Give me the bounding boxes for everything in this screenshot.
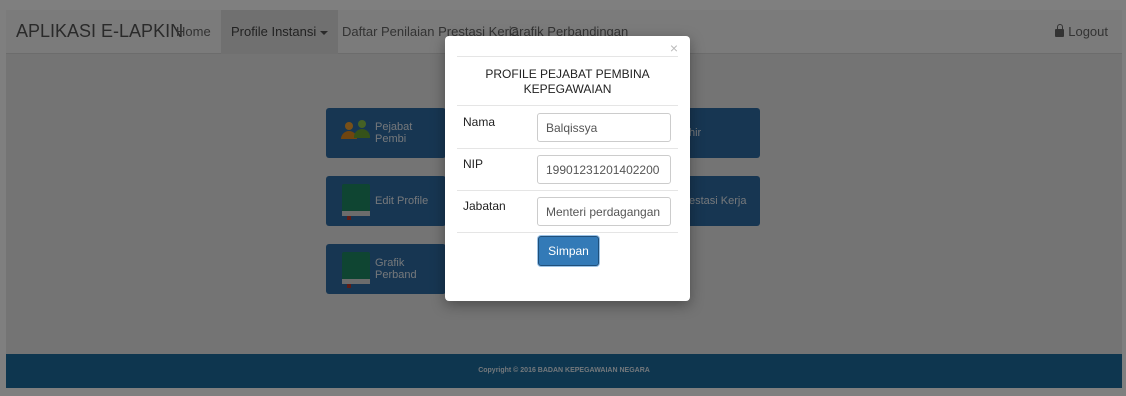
form-row-jabatan: Jabatan [457, 191, 678, 233]
jabatan-input[interactable] [537, 197, 671, 226]
nama-input[interactable] [537, 113, 671, 142]
save-button[interactable]: Simpan [538, 236, 599, 266]
nama-label: Nama [463, 115, 496, 129]
nip-input[interactable] [537, 155, 671, 184]
form-row-nama: Nama [457, 107, 678, 149]
close-icon[interactable]: × [670, 41, 678, 55]
form-row-nip: NIP [457, 149, 678, 191]
profile-modal: × PROFILE PEJABAT PEMBINA KEPEGAWAIAN Na… [445, 36, 690, 301]
modal-title: PROFILE PEJABAT PEMBINA KEPEGAWAIAN [457, 56, 678, 106]
nip-label: NIP [463, 157, 484, 171]
jabatan-label: Jabatan [463, 199, 506, 213]
